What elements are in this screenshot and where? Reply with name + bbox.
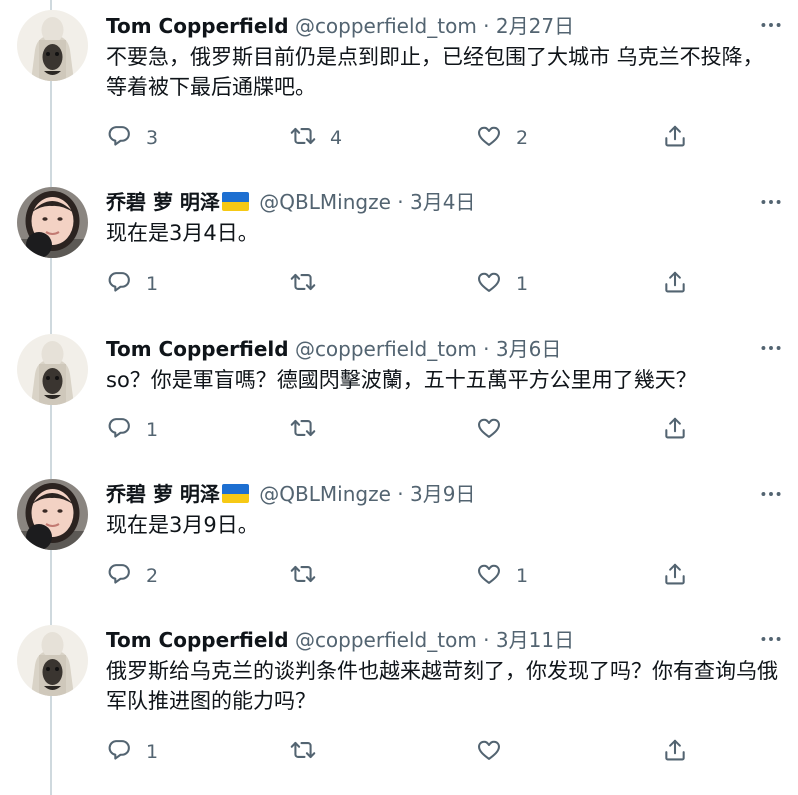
- retweet-icon: [290, 415, 316, 445]
- like-button[interactable]: 1: [476, 268, 528, 300]
- heart-icon: [476, 415, 502, 445]
- retweet-button[interactable]: [290, 268, 330, 300]
- share-icon: [662, 561, 688, 591]
- reply-count: 1: [146, 741, 159, 763]
- author-name[interactable]: 乔碧 萝 明泽: [106, 482, 220, 506]
- heart-icon: [476, 269, 502, 299]
- like-button[interactable]: [476, 414, 516, 446]
- reply-button[interactable]: 2: [106, 560, 158, 592]
- share-button[interactable]: [662, 414, 688, 446]
- tweet-header: Tom Copperfield @copperfield_tom · 3月6日: [106, 335, 778, 363]
- reply-icon: [106, 123, 132, 153]
- tweet-actions: 1: [106, 736, 706, 768]
- tweet-text: 现在是3月9日。: [106, 513, 259, 537]
- reply-count: 1: [146, 273, 159, 295]
- tweet-actions: 1: [106, 414, 706, 446]
- reply-icon: [106, 737, 132, 767]
- share-icon: [662, 269, 688, 299]
- author-name[interactable]: Tom Copperfield: [106, 337, 289, 361]
- author-handle[interactable]: @QBLMingze: [259, 482, 391, 506]
- tweet-date[interactable]: 3月4日: [410, 190, 475, 214]
- avatar[interactable]: [17, 187, 88, 258]
- heart-icon: [476, 123, 502, 153]
- author-handle[interactable]: @copperfield_tom: [295, 628, 477, 652]
- reply-count: 1: [146, 419, 159, 441]
- like-count: 2: [516, 127, 529, 149]
- share-button[interactable]: [662, 736, 688, 768]
- more-icon[interactable]: [758, 626, 784, 652]
- separator-dot: ·: [397, 482, 404, 506]
- tweet-text: 俄罗斯给乌克兰的谈判条件也越来越苛刻了，你发现了吗？你有查询乌俄军队推进图的能力…: [106, 659, 778, 713]
- author-handle[interactable]: @copperfield_tom: [295, 14, 477, 38]
- ukraine-flag-icon: [221, 192, 249, 211]
- retweet-count: 4: [330, 127, 343, 149]
- tweet-actions: 2 1: [106, 560, 706, 592]
- retweet-button[interactable]: [290, 736, 330, 768]
- avatar[interactable]: [17, 10, 88, 81]
- author-handle[interactable]: @copperfield_tom: [295, 337, 477, 361]
- tweet-date[interactable]: 3月9日: [410, 482, 475, 506]
- avatar[interactable]: [17, 334, 88, 405]
- more-icon[interactable]: [758, 481, 784, 507]
- heart-icon: [476, 737, 502, 767]
- ukraine-flag-icon: [221, 484, 249, 503]
- heart-icon: [476, 561, 502, 591]
- tweet-header: 乔碧 萝 明泽 @QBLMingze · 3月4日: [106, 188, 778, 216]
- retweet-icon: [290, 123, 316, 153]
- tweet-header: 乔碧 萝 明泽 @QBLMingze · 3月9日: [106, 480, 778, 508]
- tweet-text: 现在是3月4日。: [106, 221, 259, 245]
- tweet-header: Tom Copperfield @copperfield_tom · 2月27日: [106, 12, 778, 40]
- reply-button[interactable]: 1: [106, 736, 158, 768]
- retweet-button[interactable]: 4: [290, 122, 342, 154]
- share-button[interactable]: [662, 268, 688, 300]
- tweet-date[interactable]: 3月11日: [496, 628, 574, 652]
- author-handle[interactable]: @QBLMingze: [259, 190, 391, 214]
- tweet-text: 不要急，俄罗斯目前仍是点到即止，已经包围了大城市 乌克兰不投降，等着被下最后通牒…: [106, 45, 764, 99]
- reply-button[interactable]: 1: [106, 414, 158, 446]
- like-button[interactable]: 1: [476, 560, 528, 592]
- tweet-date[interactable]: 3月6日: [496, 337, 561, 361]
- separator-dot: ·: [483, 14, 490, 38]
- author-name[interactable]: Tom Copperfield: [106, 628, 289, 652]
- tweet-header: Tom Copperfield @copperfield_tom · 3月11日: [106, 626, 778, 654]
- more-icon[interactable]: [758, 335, 784, 361]
- like-button[interactable]: 2: [476, 122, 528, 154]
- share-icon: [662, 737, 688, 767]
- separator-dot: ·: [483, 628, 490, 652]
- share-button[interactable]: [662, 560, 688, 592]
- reply-count: 2: [146, 565, 159, 587]
- retweet-button[interactable]: [290, 560, 330, 592]
- more-icon[interactable]: [758, 12, 784, 38]
- retweet-icon: [290, 737, 316, 767]
- share-icon: [662, 415, 688, 445]
- reply-count: 3: [146, 127, 159, 149]
- reply-button[interactable]: 3: [106, 122, 158, 154]
- author-name[interactable]: 乔碧 萝 明泽: [106, 190, 220, 214]
- tweet-text: so？你是軍盲嗎？德國閃擊波蘭，五十五萬平方公里用了幾天？: [106, 368, 697, 392]
- reply-icon: [106, 415, 132, 445]
- more-icon[interactable]: [758, 189, 784, 215]
- retweet-icon: [290, 269, 316, 299]
- like-count: 1: [516, 273, 529, 295]
- tweet-actions: 1 1: [106, 268, 706, 300]
- author-name[interactable]: Tom Copperfield: [106, 14, 289, 38]
- like-count: 1: [516, 565, 529, 587]
- retweet-icon: [290, 561, 316, 591]
- tweet-date[interactable]: 2月27日: [496, 14, 574, 38]
- like-button[interactable]: [476, 736, 516, 768]
- reply-icon: [106, 561, 132, 591]
- share-icon: [662, 123, 688, 153]
- avatar[interactable]: [17, 625, 88, 696]
- separator-dot: ·: [397, 190, 404, 214]
- separator-dot: ·: [483, 337, 490, 361]
- reply-icon: [106, 269, 132, 299]
- tweet-actions: 3 4 2: [106, 122, 706, 154]
- reply-button[interactable]: 1: [106, 268, 158, 300]
- share-button[interactable]: [662, 122, 688, 154]
- retweet-button[interactable]: [290, 414, 330, 446]
- avatar[interactable]: [17, 479, 88, 550]
